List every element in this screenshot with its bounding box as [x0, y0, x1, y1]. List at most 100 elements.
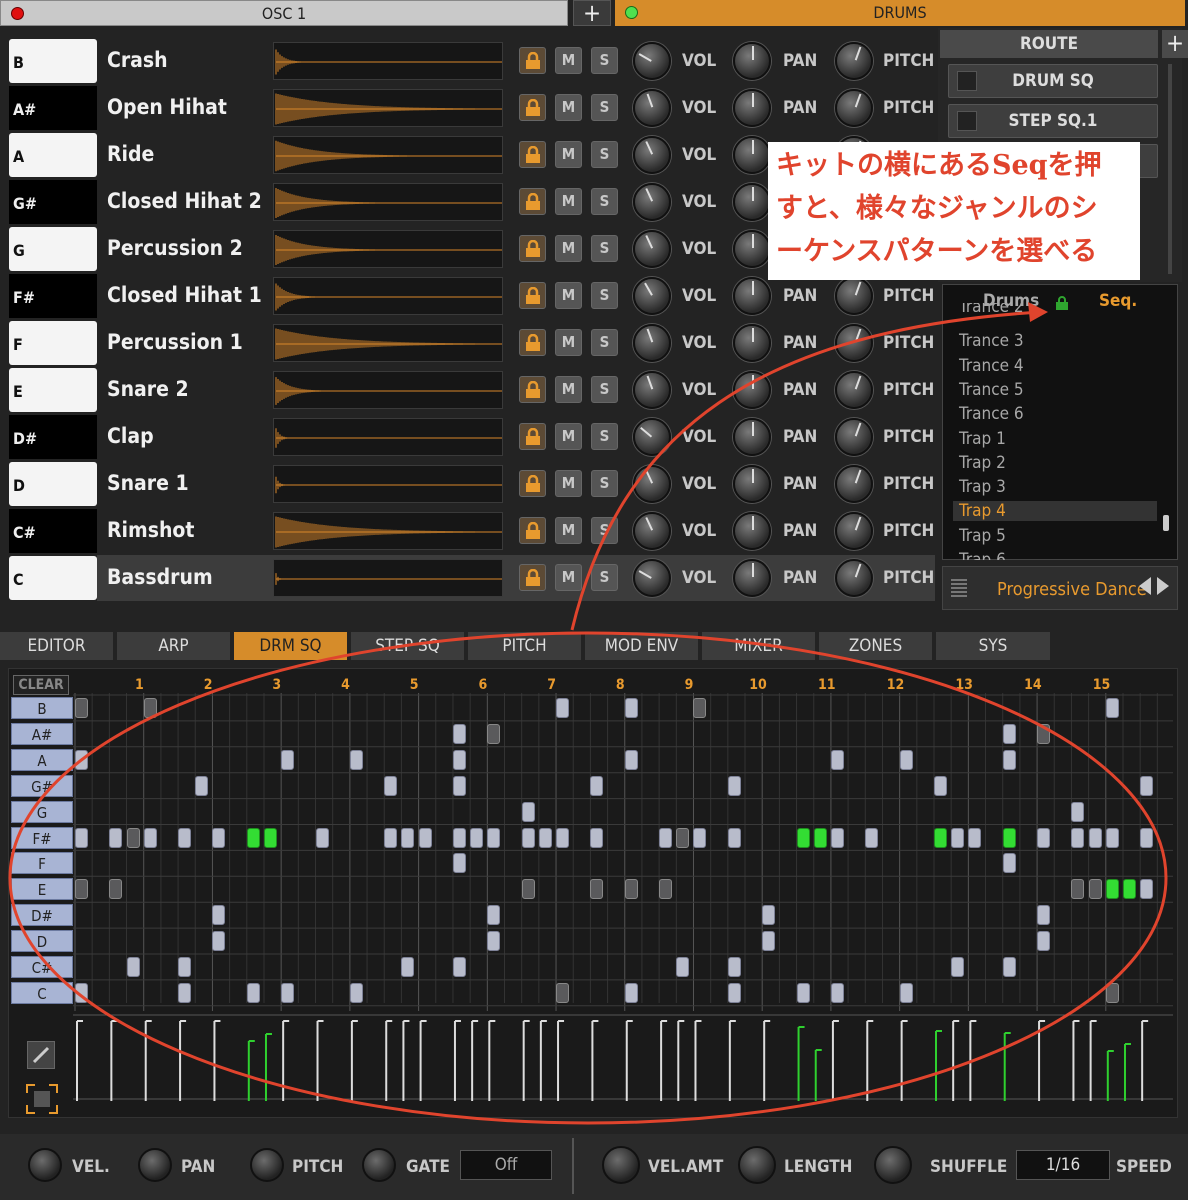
- pitch-knob[interactable]: [835, 371, 873, 409]
- step-cell[interactable]: [521, 827, 535, 848]
- step-cell[interactable]: [384, 775, 398, 796]
- mute-button[interactable]: M: [555, 470, 582, 497]
- pitch-knob[interactable]: [835, 465, 873, 503]
- step-cell[interactable]: [246, 827, 260, 848]
- tab-drm-sq[interactable]: DRM SQ: [234, 632, 347, 660]
- step-cell[interactable]: [452, 853, 466, 874]
- mute-button[interactable]: M: [555, 188, 582, 215]
- vol-knob[interactable]: [633, 324, 671, 362]
- grid-row-label[interactable]: C#: [11, 956, 73, 978]
- tab-zones[interactable]: ZONES: [819, 632, 932, 660]
- grid-row-label[interactable]: G#: [11, 774, 73, 797]
- solo-button[interactable]: S: [591, 47, 618, 74]
- grid-row-label[interactable]: C: [11, 981, 73, 1004]
- preset-item[interactable]: Trap 2: [959, 453, 1006, 473]
- preset-item[interactable]: Trap 6: [959, 550, 1006, 560]
- sample-lock-button[interactable]: [519, 47, 546, 74]
- step-cell[interactable]: [1122, 879, 1136, 900]
- preset-item[interactable]: Trance 3: [959, 331, 1024, 351]
- mute-button[interactable]: M: [555, 94, 582, 121]
- step-cell[interactable]: [1088, 879, 1102, 900]
- pitch-knob[interactable]: [835, 512, 873, 550]
- kit-row[interactable]: Bassdrum M S VOL PAN PITCH: [97, 555, 935, 601]
- waveform-display[interactable]: [273, 42, 503, 80]
- grid-row-label[interactable]: G: [11, 800, 73, 823]
- step-cell[interactable]: [899, 982, 913, 1003]
- step-cell[interactable]: [452, 749, 466, 770]
- sample-lock-button[interactable]: [519, 329, 546, 356]
- step-cell[interactable]: [1140, 775, 1154, 796]
- waveform-display[interactable]: [273, 89, 503, 127]
- pencil-tool-icon[interactable]: [27, 1041, 55, 1069]
- solo-button[interactable]: S: [591, 235, 618, 262]
- step-cell[interactable]: [624, 749, 638, 770]
- route-scrollbar[interactable]: [1168, 64, 1172, 274]
- pan-knob[interactable]: [733, 418, 771, 456]
- step-cell[interactable]: [556, 982, 570, 1003]
- speed-value-field[interactable]: 1/16: [1016, 1150, 1110, 1180]
- step-cell[interactable]: [934, 827, 947, 848]
- step-cell[interactable]: [727, 982, 741, 1003]
- bank-next-arrow-icon[interactable]: [1157, 577, 1169, 595]
- route-toggle-box[interactable]: [957, 111, 977, 131]
- step-cell[interactable]: [487, 931, 501, 952]
- tab-arp[interactable]: ARP: [117, 632, 230, 660]
- step-cell[interactable]: [590, 879, 604, 900]
- step-cell[interactable]: [538, 827, 552, 848]
- step-cell[interactable]: [487, 827, 501, 848]
- piano-key[interactable]: C: [9, 556, 97, 600]
- add-osc-button[interactable]: +: [573, 0, 611, 26]
- kit-row[interactable]: Crash M S VOL PAN PITCH: [97, 38, 935, 84]
- shuffle-knob[interactable]: [874, 1146, 912, 1184]
- kit-row[interactable]: Percussion 1 M S VOL PAN PITCH: [97, 320, 935, 366]
- tab-mod-env[interactable]: MOD ENV: [585, 632, 698, 660]
- piano-key[interactable]: G: [9, 227, 97, 271]
- solo-button[interactable]: S: [591, 517, 618, 544]
- step-cell[interactable]: [624, 982, 638, 1003]
- bank-selector[interactable]: Progressive Dance: [942, 566, 1178, 610]
- step-cell[interactable]: [1037, 905, 1051, 926]
- pitch-knob[interactable]: [835, 324, 873, 362]
- browser-lock-icon[interactable]: [1055, 295, 1069, 314]
- step-cell[interactable]: [263, 827, 277, 848]
- vol-knob[interactable]: [633, 230, 671, 268]
- sample-lock-button[interactable]: [519, 564, 546, 591]
- step-cell[interactable]: [212, 905, 226, 926]
- step-cell[interactable]: [452, 723, 466, 744]
- waveform-display[interactable]: [273, 277, 503, 315]
- step-cell[interactable]: [1140, 827, 1154, 848]
- drums-tab[interactable]: DRUMS: [615, 0, 1185, 26]
- step-cell[interactable]: [762, 905, 776, 926]
- sample-lock-button[interactable]: [519, 141, 546, 168]
- grid-row-label[interactable]: D#: [11, 904, 73, 927]
- mute-button[interactable]: M: [555, 47, 582, 74]
- pan-knob[interactable]: [733, 277, 771, 315]
- step-cell[interactable]: [951, 957, 965, 977]
- step-cell[interactable]: [899, 749, 913, 770]
- grid-row-label[interactable]: A#: [11, 722, 73, 745]
- step-cell[interactable]: [951, 827, 965, 848]
- step-cell[interactable]: [813, 827, 827, 848]
- solo-button[interactable]: S: [591, 141, 618, 168]
- step-cell[interactable]: [1002, 723, 1016, 744]
- grid-row-label[interactable]: B: [11, 697, 73, 719]
- clear-button[interactable]: CLEAR: [13, 675, 69, 695]
- pan-knob[interactable]: [733, 89, 771, 127]
- step-cell[interactable]: [727, 957, 741, 977]
- step-cell[interactable]: [246, 982, 260, 1003]
- step-cell[interactable]: [1105, 827, 1119, 848]
- piano-key[interactable]: B: [9, 39, 97, 83]
- step-cell[interactable]: [487, 905, 501, 926]
- grid-row-label[interactable]: F: [11, 852, 73, 875]
- step-cell[interactable]: [1088, 827, 1102, 848]
- preset-item[interactable]: Trance 5: [959, 380, 1024, 400]
- step-cell[interactable]: [830, 982, 844, 1003]
- piano-key[interactable]: E: [9, 368, 97, 412]
- sample-lock-button[interactable]: [519, 423, 546, 450]
- step-cell[interactable]: [693, 698, 707, 718]
- sample-lock-button[interactable]: [519, 188, 546, 215]
- piano-key[interactable]: F#: [9, 274, 97, 318]
- waveform-display[interactable]: [273, 136, 503, 174]
- pan-knob[interactable]: [733, 324, 771, 362]
- vol-knob[interactable]: [633, 42, 671, 80]
